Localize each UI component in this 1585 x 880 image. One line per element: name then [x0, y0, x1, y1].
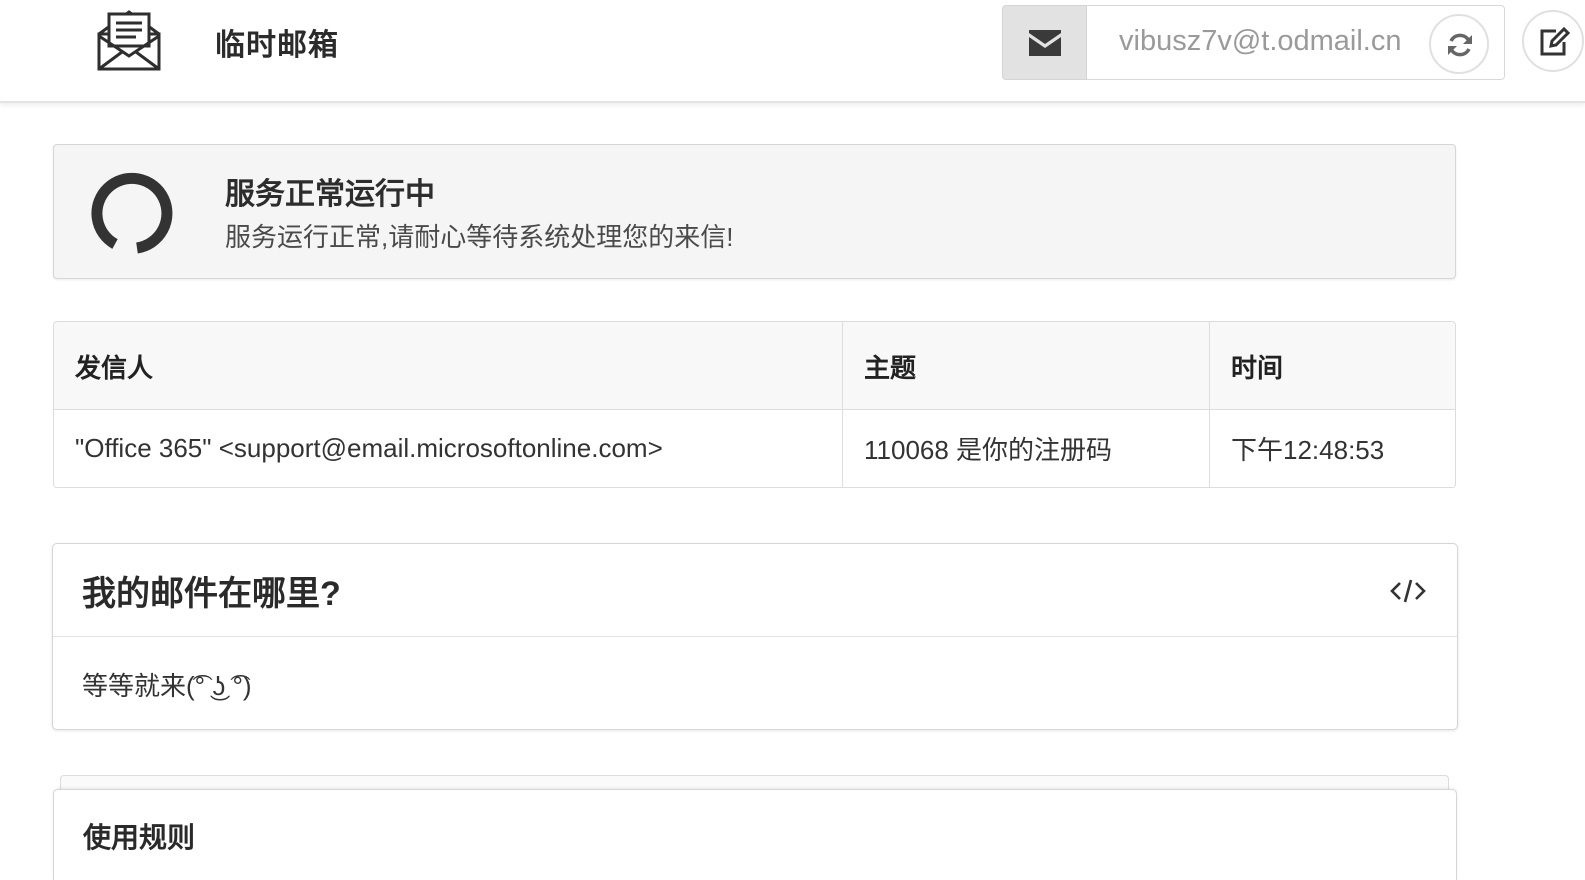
status-description: 服务运行正常,请耐心等待系统处理您的来信!: [225, 222, 734, 252]
spinner-icon: [91, 172, 173, 254]
faq-title: 我的邮件在哪里?: [82, 575, 341, 613]
edit-button[interactable]: [1522, 10, 1584, 72]
table-row[interactable]: "Office 365" <support@email.microsoftonl…: [54, 410, 1455, 487]
refresh-icon: [1448, 33, 1472, 57]
code-icon[interactable]: [1389, 577, 1427, 605]
mail-addon: [1002, 5, 1087, 80]
rules-title[interactable]: 使用规则: [83, 816, 195, 856]
status-title: 服务正常运行中: [225, 178, 435, 211]
column-header-sender: 发信人: [75, 353, 154, 383]
envelope-letter-icon[interactable]: [96, 8, 162, 72]
edit-icon: [1540, 27, 1570, 56]
service-status-panel: 服务正常运行中 服务运行正常,请耐心等待系统处理您的来信!: [53, 144, 1456, 279]
email-address[interactable]: vibusz7v@t.odmail.cn: [1119, 25, 1402, 58]
email-address-field[interactable]: vibusz7v@t.odmail.cn: [1087, 5, 1505, 80]
inbox-table: 发信人 主题 时间 "Office 365" <support@email.mi…: [53, 321, 1456, 488]
where-is-my-mail-panel: 我的邮件在哪里? 等等就来(͡° ͜ʖ ͡°): [52, 543, 1458, 730]
brand-title[interactable]: 临时邮箱: [215, 20, 339, 64]
envelope-icon: [1029, 30, 1061, 56]
mail-time[interactable]: 下午12:48:53: [1209, 410, 1455, 487]
faq-body-text: 等等就来(͡° ͜ʖ ͡°): [82, 671, 252, 701]
top-navbar: 临时邮箱 vibusz7v@t.odmail.cn: [0, 0, 1585, 103]
column-header-subject: 主题: [842, 322, 1209, 409]
mail-subject[interactable]: 110068 是你的注册码: [842, 410, 1209, 487]
column-header-time: 时间: [1209, 322, 1455, 409]
refresh-button[interactable]: [1429, 14, 1489, 74]
faq-header[interactable]: 我的邮件在哪里?: [53, 544, 1457, 637]
mail-sender[interactable]: "Office 365" <support@email.microsoftonl…: [54, 410, 842, 487]
usage-rules-panel: 使用规则: [53, 789, 1457, 880]
table-header: 发信人 主题 时间: [54, 322, 1455, 410]
